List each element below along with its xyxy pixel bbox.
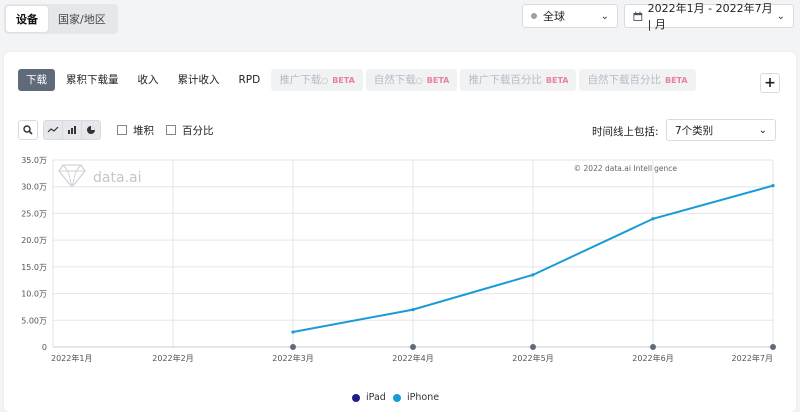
lock-icon: ○ (415, 76, 423, 85)
copyright-text: © 2022 data.ai Intelligence (574, 164, 678, 173)
chart-type-group (43, 120, 101, 140)
legend-iphone-label: iPhone (407, 392, 440, 403)
beta-badge: BETA (426, 76, 450, 85)
tab-downloads[interactable]: 下载 (18, 69, 55, 91)
zoom-icon (23, 125, 33, 135)
ipad-legend-swatch (352, 393, 360, 402)
category-dropdown-value: 7个类别 (675, 124, 714, 137)
data-ai-logo (58, 164, 86, 188)
x-axis-marker (530, 344, 536, 350)
region-dropdown[interactable]: 全球 ⌄ (522, 4, 618, 28)
beta-badge: BETA (664, 76, 688, 85)
data-point-iphone (531, 273, 535, 277)
chevron-down-icon: ⌄ (600, 10, 609, 22)
x-tick-label: 2022年1月 (51, 353, 92, 363)
legend-ipad-label: iPad (366, 392, 386, 403)
tab-organic-downloads[interactable]: 自然下载○ BETA (365, 69, 458, 91)
x-tick-label: 2022年6月 (632, 353, 673, 363)
include-label: 时间线上包括: (592, 126, 659, 138)
tab-cumulative-downloads[interactable]: 累积下载量 (58, 69, 127, 91)
checkbox-box (117, 125, 127, 135)
legend-ipad[interactable]: iPad (352, 392, 386, 403)
y-tick-label: 20.0万 (21, 236, 47, 245)
y-tick-label: 25.0万 (21, 209, 47, 218)
pie-chart-button[interactable] (81, 120, 101, 140)
watermark: data.ai © 2022 data.ai Intelligence (58, 164, 678, 188)
country-region-tab[interactable]: 国家/地区 (48, 6, 116, 32)
y-axis: 0 5.00万 10.0万 15.0万 20.0万 25.0万 30.0万 35.0万 (21, 156, 47, 352)
date-range-value: 2022年1月 - 2022年7月 | 月 (647, 2, 773, 31)
tab-rpd[interactable]: RPD (231, 69, 269, 91)
calendar-icon (633, 11, 643, 21)
x-tick-label: 2022年5月 (512, 353, 553, 363)
legend-iphone[interactable]: iPhone (393, 392, 439, 403)
line-chart-button[interactable] (43, 120, 63, 140)
device-region-toggle: 设备 国家/地区 (4, 4, 118, 34)
y-tick-label: 30.0万 (21, 183, 47, 192)
lock-icon: ○ (321, 76, 329, 85)
y-tick-label: 15.0万 (21, 263, 47, 272)
beta-badge: BETA (332, 76, 355, 85)
metric-tabs: 下载 累积下载量 收入 累计收入 RPD 推广下载○ BETA 自然下载○ BETA… (18, 69, 699, 91)
x-axis-marker (410, 344, 416, 350)
stacked-checkbox[interactable]: 堆积 (117, 123, 154, 138)
watermark-logo-text: data.ai (93, 170, 141, 186)
x-tick-label: 2022年7月 (732, 353, 773, 363)
percent-checkbox[interactable]: 百分比 (166, 123, 214, 138)
bar-chart-button[interactable] (62, 120, 82, 140)
stacked-label: 堆积 (133, 124, 154, 137)
x-axis-marker (290, 344, 296, 350)
tab-cumulative-revenue[interactable]: 累计收入 (170, 69, 228, 91)
x-tick-label: 2022年4月 (392, 353, 433, 363)
checkbox-box (166, 125, 176, 135)
bar-chart-icon (68, 126, 76, 134)
pie-chart-icon (87, 126, 95, 134)
x-tick-label: 2022年2月 (152, 353, 193, 363)
data-point-iphone (771, 184, 775, 188)
data-point-iphone (651, 217, 655, 221)
tab-paid-downloads-percent[interactable]: 推广下载百分比 BETA (460, 69, 577, 91)
chevron-down-icon: ⌄ (758, 124, 767, 136)
device-tab[interactable]: 设备 (6, 6, 48, 32)
y-tick-label: 5.00万 (21, 316, 47, 325)
y-tick-label: 0 (42, 343, 47, 352)
chart-grid (52, 159, 774, 348)
date-range-dropdown[interactable]: 2022年1月 - 2022年7月 | 月 ⌄ (624, 2, 794, 31)
y-tick-label: 35.0万 (21, 156, 47, 165)
x-tick-label: 2022年3月 (272, 353, 313, 363)
x-axis-marker (650, 344, 656, 350)
downloads-line-chart: data.ai © 2022 data.ai Intelligence 0 5.0… (21, 156, 776, 363)
category-dropdown[interactable]: 7个类别 ⌄ (666, 119, 776, 141)
tab-organic-downloads-percent[interactable]: 自然下载百分比 BETA (579, 69, 696, 91)
x-axis: 2022年1月 2022年2月 2022年3月 2022年4月 2022年5月 2022年… (51, 353, 773, 363)
tab-revenue[interactable]: 收入 (130, 69, 167, 91)
data-point-iphone (411, 308, 415, 312)
region-dropdown-value: 全球 (543, 10, 565, 23)
chart-toolbar: 堆积 百分比 (18, 120, 214, 140)
add-button[interactable]: + (760, 73, 780, 93)
percent-label: 百分比 (182, 124, 214, 137)
x-axis-marker (770, 344, 776, 350)
data-point-iphone (291, 330, 295, 334)
beta-badge: BETA (545, 76, 569, 85)
line-chart-icon (47, 126, 59, 133)
tab-paid-downloads[interactable]: 推广下载○ BETA (271, 69, 363, 91)
zoom-button[interactable] (18, 120, 38, 140)
chevron-down-icon: ⌄ (776, 10, 785, 22)
y-tick-label: 10.0万 (21, 290, 47, 299)
iphone-legend-swatch (393, 393, 401, 402)
globe-icon (531, 13, 537, 19)
